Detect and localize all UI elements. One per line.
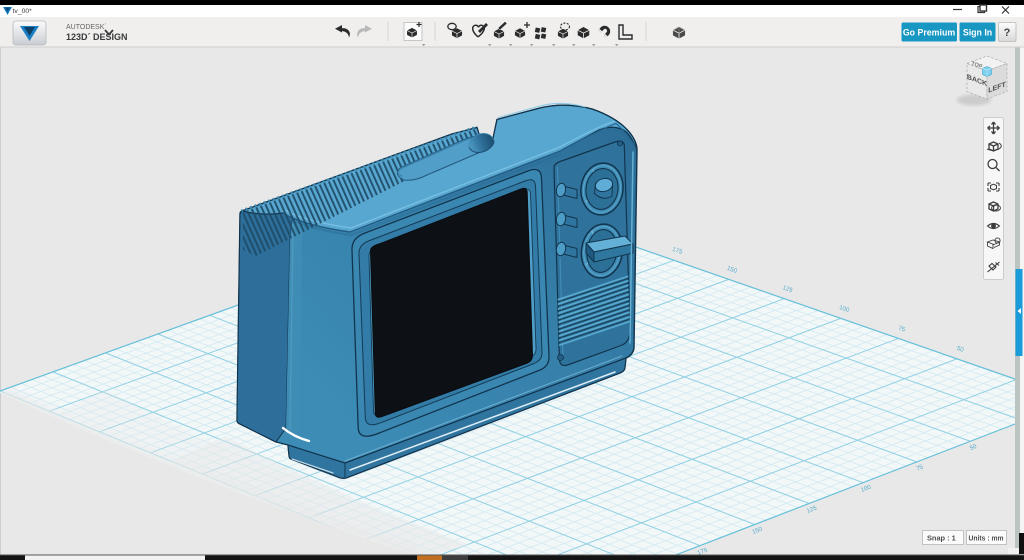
svg-text:Go Premium: Go Premium xyxy=(903,28,955,38)
svg-text:tv_00*: tv_00* xyxy=(13,8,33,15)
svg-text:AUTODESK´: AUTODESK´ xyxy=(66,24,107,31)
svg-text:?: ? xyxy=(1004,27,1011,39)
svg-text:Sign In: Sign In xyxy=(963,28,992,38)
svg-text:Snap : 1: Snap : 1 xyxy=(927,533,956,542)
svg-text:123D´ DESIGN: 123D´ DESIGN xyxy=(66,32,128,42)
svg-text:Units : mm: Units : mm xyxy=(969,533,1004,542)
